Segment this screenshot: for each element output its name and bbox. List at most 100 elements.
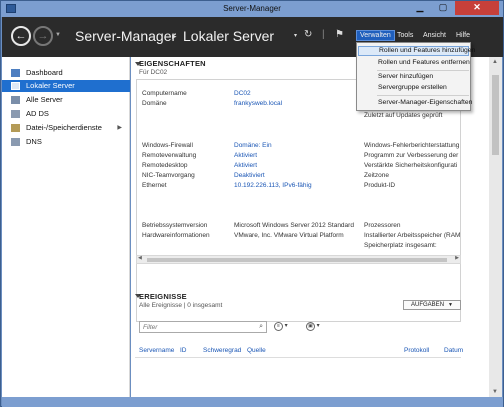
breadcrumb-root[interactable]: Server-Manager xyxy=(75,28,176,44)
prop-value-link[interactable]: Aktiviert xyxy=(234,162,257,169)
filter-input[interactable] xyxy=(143,323,248,332)
list-icon: ≡ xyxy=(274,322,283,331)
sidebar-item-file-storage[interactable]: Datei-/Speicherdienste ▶ xyxy=(2,122,130,134)
dashboard-icon xyxy=(11,69,20,77)
window-bottom-border xyxy=(2,397,503,407)
menu-separator xyxy=(377,70,469,71)
prop-value-link[interactable]: Aktiviert xyxy=(234,152,257,159)
sidebar-item-label: Datei-/Speicherdienste xyxy=(26,123,102,132)
scrollbar-thumb[interactable] xyxy=(492,75,499,155)
prop-label: Windows-Firewall xyxy=(142,142,193,149)
chevron-down-icon: ▼ xyxy=(448,302,453,308)
column-source[interactable]: Quelle xyxy=(247,347,266,354)
sidebar-item-label: Alle Server xyxy=(26,95,63,104)
column-date[interactable]: Datum xyxy=(444,347,463,354)
scroll-up-icon[interactable]: ▲ xyxy=(492,59,498,65)
sidebar-item-label: Dashboard xyxy=(26,68,63,77)
manage-menu-dropdown: Rollen und Features hinzufügen Rollen un… xyxy=(356,42,475,111)
server-manager-window: Server-Manager ▁ ▢ ✕ ← → ▼ Server-Manage… xyxy=(0,0,504,407)
sidebar-item-label: DNS xyxy=(26,137,42,146)
menu-item-remove-roles-features[interactable]: Rollen und Features entfernen xyxy=(358,58,470,68)
scrollbar-thumb[interactable] xyxy=(147,258,447,262)
prop-label: Ethernet xyxy=(142,182,167,189)
dns-icon xyxy=(11,138,20,146)
prop-label-right: Verstärkte Sicherheitskonfigurati xyxy=(364,162,458,169)
properties-subtitle: Für DC02 xyxy=(139,69,168,76)
menu-item-server-manager-properties[interactable]: Server-Manager-Eigenschaften xyxy=(358,98,472,108)
filter-box[interactable]: ⌕ xyxy=(139,321,267,333)
notifications-flag-icon[interactable]: ⚑ xyxy=(335,29,344,40)
properties-horizontal-scrollbar[interactable]: ◀ ▶ xyxy=(136,255,461,264)
prop-value-link[interactable]: DC02 xyxy=(234,90,251,97)
column-log[interactable]: Protokoll xyxy=(404,347,429,354)
nav-dropdown-icon[interactable]: ▾ xyxy=(294,32,297,39)
search-icon[interactable]: ⌕ xyxy=(259,323,263,331)
sidebar-item-label: Lokaler Server xyxy=(26,81,75,90)
sidebar-item-ad-ds[interactable]: AD DS xyxy=(2,108,130,120)
servers-icon xyxy=(11,96,20,104)
expand-arrow-icon[interactable]: ▶ xyxy=(117,122,122,134)
breadcrumb-separator-icon: ▸ xyxy=(172,31,177,41)
menu-view[interactable]: Ansicht xyxy=(423,32,446,39)
sidebar-item-label: AD DS xyxy=(26,109,49,118)
back-arrow-icon[interactable]: ← xyxy=(11,26,31,46)
scroll-right-icon[interactable]: ▶ xyxy=(455,255,459,261)
history-dropdown-icon[interactable]: ▼ xyxy=(55,32,61,38)
refresh-icon[interactable]: ↻ xyxy=(304,29,312,40)
properties-title: EIGENSCHAFTEN xyxy=(139,59,206,68)
page-title: Lokaler Server xyxy=(183,28,275,44)
prop-label: Domäne xyxy=(142,100,167,107)
menu-item-add-server[interactable]: Server hinzufügen xyxy=(358,72,469,82)
prop-label-right: Prozessoren xyxy=(364,222,401,229)
prop-label: Remoteverwaltung xyxy=(142,152,197,159)
prop-label-right: Windows-Fehlerberichterstattung xyxy=(364,142,460,149)
events-subtitle: Alle Ereignisse | 0 insgesamt xyxy=(139,302,223,309)
sidebar-item-local-server[interactable]: Lokaler Server xyxy=(2,80,130,92)
prop-label: Hardwareinformationen xyxy=(142,232,210,239)
column-id[interactable]: ID xyxy=(180,347,187,354)
title-bar: Server-Manager ▁ ▢ ✕ xyxy=(1,1,503,17)
prop-value: Microsoft Windows Server 2012 Standard xyxy=(234,222,354,229)
prop-value-link[interactable]: Deaktiviert xyxy=(234,172,265,179)
menu-tools[interactable]: Tools xyxy=(397,32,413,39)
menu-item-create-server-group[interactable]: Servergruppe erstellen xyxy=(358,83,469,93)
sidebar-item-dashboard[interactable]: Dashboard xyxy=(2,67,130,79)
menu-manage[interactable]: Verwalten xyxy=(356,30,395,41)
header-divider: | xyxy=(322,29,325,40)
sidebar-item-all-servers[interactable]: Alle Server xyxy=(2,94,130,106)
prop-value-link[interactable]: 10.192.226.113, IPv6-fähig xyxy=(234,182,312,189)
list-options-button[interactable]: ≡ ▾ xyxy=(274,322,294,332)
scroll-left-icon[interactable]: ◀ xyxy=(138,255,142,261)
prop-label-right: Speicherplatz insgesamt: xyxy=(364,242,437,249)
maximize-button[interactable]: ▢ xyxy=(432,1,454,15)
menu-help[interactable]: Hilfe xyxy=(456,32,470,39)
close-button[interactable]: ✕ xyxy=(455,1,499,15)
tasks-button[interactable]: AUFGABEN ▼ xyxy=(403,300,461,310)
file-storage-icon xyxy=(11,124,20,132)
server-icon xyxy=(11,82,20,90)
menu-item-add-roles-features[interactable]: Rollen und Features hinzufügen xyxy=(358,46,475,56)
prop-label-right: Zeitzone xyxy=(364,172,389,179)
prop-value-link[interactable]: frankysweb.local xyxy=(234,100,282,107)
properties-panel: Computername DC02 Domäne frankysweb.loca… xyxy=(136,79,461,322)
prop-label: NIC-Teamvorgang xyxy=(142,172,195,179)
column-severity[interactable]: Schweregrad xyxy=(203,347,241,354)
prop-value-link[interactable]: Domäne: Ein xyxy=(234,142,272,149)
sidebar-item-dns[interactable]: DNS xyxy=(2,136,130,148)
ad-ds-icon xyxy=(11,110,20,118)
prop-value: VMware, Inc. VMware Virtual Platform xyxy=(234,232,344,239)
save-query-button[interactable]: ▣ ▾ xyxy=(306,322,326,332)
prop-label: Betriebssystemversion xyxy=(142,222,208,229)
scroll-down-icon[interactable]: ▼ xyxy=(492,389,498,395)
column-servername[interactable]: Servername xyxy=(139,347,174,354)
sidebar: Dashboard Lokaler Server Alle Server AD … xyxy=(2,57,130,397)
minimize-button[interactable]: ▁ xyxy=(408,1,432,15)
save-icon: ▣ xyxy=(306,322,315,331)
events-title: EREIGNISSE xyxy=(139,292,187,301)
prop-label: Computername xyxy=(142,90,187,97)
table-header-divider xyxy=(135,357,461,358)
tasks-label: AUFGABEN xyxy=(411,302,445,308)
main-vertical-scrollbar[interactable]: ▲ ▼ xyxy=(489,57,502,397)
prop-label-right: Zuletzt auf Updates geprüft xyxy=(364,112,443,119)
forward-arrow-icon[interactable]: → xyxy=(33,26,53,46)
